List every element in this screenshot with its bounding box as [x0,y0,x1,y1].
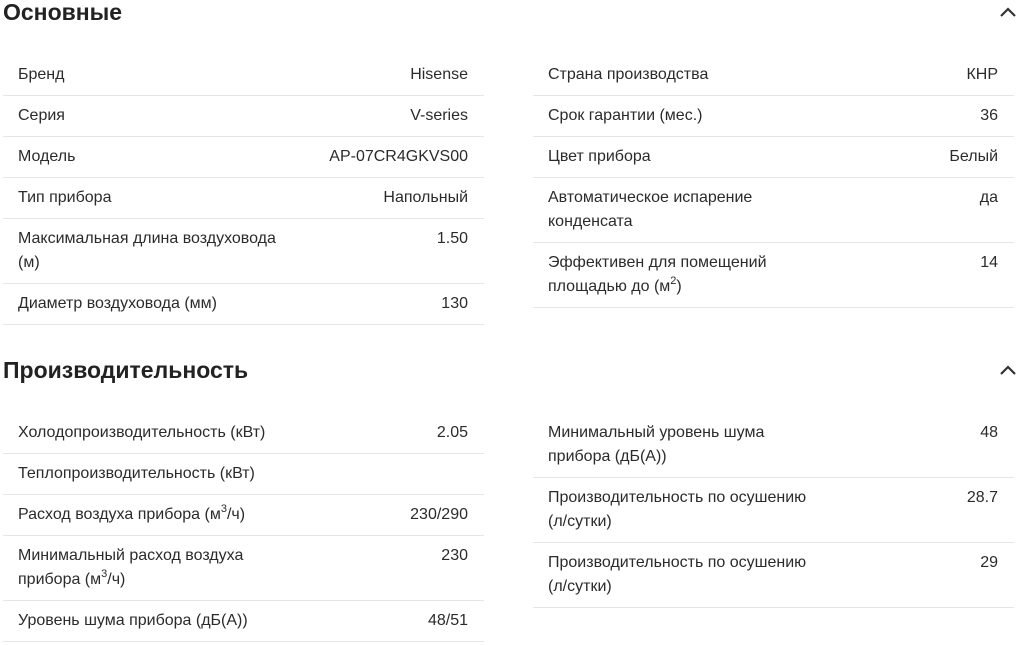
spec-column-left: Бренд Hisense Серия V-series Модель AP-0… [3,55,484,325]
spec-label: Эффективен для помещений площадью до (м2… [548,251,828,299]
spec-value: 29 [980,554,998,571]
spec-label: Уровень шума прибора (дБ(А)) [18,612,248,629]
chevron-up-icon[interactable] [999,6,1016,18]
spec-label: Теплопроизводительность (кВт) [18,465,255,482]
spec-value: 48/51 [427,612,468,629]
spec-column-right: Страна производства КНР Срок гарантии (м… [533,55,1014,308]
spec-row: Бренд Hisense [3,55,484,96]
spec-label-text-end: ) [676,278,682,295]
spec-row: Срок гарантии (мес.) 36 [533,96,1014,137]
spec-label: Минимальный расход воздуха прибора (м3/ч… [18,544,298,592]
spec-row: Производительность по осушению (л/сутки)… [533,478,1014,543]
spec-row: Теплопроизводительность (кВт) [3,454,484,495]
spec-row: Тип прибора Напольный [3,178,484,219]
spec-value: Hisense [410,66,468,83]
spec-row: Автоматическое испарение конденсата да [533,178,1014,243]
spec-row: Минимальный уровень шума прибора (дБ(А))… [533,413,1014,478]
spec-row: Максимальная длина воздуховода (м) 1.50 [3,219,484,284]
spec-label: Производительность по осушению (л/сутки) [548,554,807,595]
spec-label: Производительность по осушению (л/сутки) [548,489,807,530]
spec-label: Серия [18,107,65,124]
spec-value: 2.05 [436,424,468,441]
spec-row: Страна производства КНР [533,55,1014,96]
spec-label-text-end: /ч) [107,571,126,588]
spec-label: Бренд [18,66,65,83]
spec-label-text: Минимальный расход воздуха прибора (м [18,547,244,588]
spec-value: 48 [980,424,998,441]
section-title: Производительность [3,357,249,383]
spec-label: Модель [18,148,76,165]
spec-row: Производительность по осушению (л/сутки)… [533,543,1014,608]
spec-value: 1.50 [436,230,468,247]
spec-row: Диаметр воздуховода (мм) 130 [3,284,484,325]
chevron-up-icon[interactable] [999,364,1016,376]
spec-value: 230 [441,547,468,564]
spec-column-left: Холодопроизводительность (кВт) 2.05 Тепл… [3,413,484,642]
spec-value: 36 [980,107,998,124]
spec-label: Расход воздуха прибора (м3/ч) [18,503,298,527]
spec-label: Холодопроизводительность (кВт) [18,424,266,441]
spec-value: Белый [949,148,998,165]
spec-label: Автоматическое испарение конденсата [548,189,753,230]
spec-value: Напольный [383,189,468,206]
spec-value: 28.7 [966,489,998,506]
spec-row: Модель AP-07CR4GKVS00 [3,137,484,178]
spec-value: 130 [441,295,468,312]
section-performance-header[interactable]: Производительность [3,355,1023,385]
spec-value: 230/290 [410,506,468,523]
spec-value: AP-07CR4GKVS00 [329,148,468,165]
spec-label: Тип прибора [18,189,112,206]
spec-row: Цвет прибора Белый [533,137,1014,178]
section-main-header[interactable]: Основные [3,0,1023,27]
spec-label: Срок гарантии (мес.) [548,107,703,124]
spec-row: Холодопроизводительность (кВт) 2.05 [3,413,484,454]
spec-row: Серия V-series [3,96,484,137]
spec-label-text: Расход воздуха прибора (м [18,506,221,523]
spec-row: Эффективен для помещений площадью до (м2… [533,243,1014,308]
spec-row: Минимальный расход воздуха прибора (м3/ч… [3,536,484,601]
spec-row: Расход воздуха прибора (м3/ч) 230/290 [3,495,484,536]
spec-label-superscript: 2 [670,274,677,287]
spec-label-superscript: 3 [220,502,227,515]
spec-label-superscript: 3 [101,567,108,580]
spec-label-text: Эффективен для помещений площадью до (м [548,254,767,295]
spec-value: КНР [966,66,998,83]
spec-column-right: Минимальный уровень шума прибора (дБ(А))… [533,413,1014,608]
spec-label: Страна производства [548,66,709,83]
spec-label: Минимальный уровень шума прибора (дБ(А)) [548,424,765,465]
section-title: Основные [3,0,123,25]
spec-label: Максимальная длина воздуховода (м) [18,230,276,271]
spec-label: Цвет прибора [548,148,651,165]
spec-label: Диаметр воздуховода (мм) [18,295,217,312]
spec-value: да [979,189,998,206]
spec-value: V-series [410,107,468,124]
spec-value: 14 [980,254,998,271]
spec-label-text-end: /ч) [226,506,246,523]
spec-row: Уровень шума прибора (дБ(А)) 48/51 [3,601,484,642]
